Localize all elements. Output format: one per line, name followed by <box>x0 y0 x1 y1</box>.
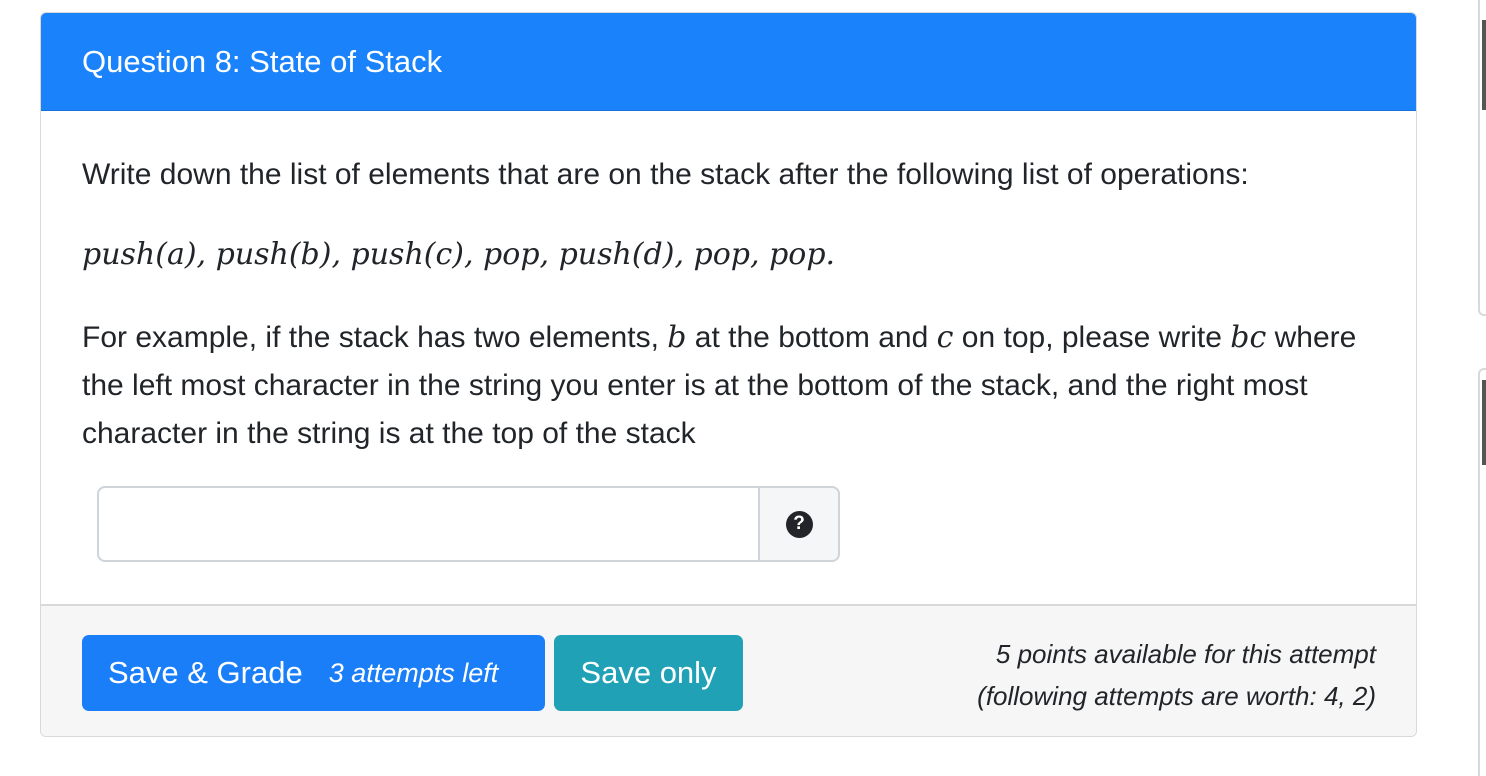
example-var-c: c <box>936 320 954 355</box>
example-text-2: at the bottom and <box>686 321 937 354</box>
side-panel-scrollbar-top[interactable] <box>1482 20 1486 110</box>
operations-expression: push(a), push(b), push(c), pop, push(d),… <box>82 237 836 272</box>
answer-input[interactable] <box>97 486 758 562</box>
question-mark-icon: ? <box>785 510 813 538</box>
question-body: Write down the list of elements that are… <box>41 111 1416 604</box>
question-footer: Save & Grade 3 attempts left Save only 5… <box>41 604 1416 736</box>
answer-input-group: ? <box>97 486 840 562</box>
points-available-text: 5 points available for this attempt <box>995 639 1376 669</box>
points-info: 5 points available for this attempt (fol… <box>977 633 1376 717</box>
attempts-left-label: 3 attempts left <box>328 657 499 688</box>
question-title: Question 8: State of Stack <box>82 43 443 79</box>
save-only-button[interactable]: Save only <box>554 635 743 711</box>
help-button[interactable]: ? <box>758 486 840 562</box>
question-header: Question 8: State of Stack <box>41 13 1416 111</box>
example-var-bc: bc <box>1230 320 1267 355</box>
question-card: Question 8: State of Stack Write down th… <box>40 12 1417 737</box>
question-prompt: Write down the list of elements that are… <box>82 158 1249 191</box>
example-text-3: on top, please write <box>953 321 1231 354</box>
following-attempts-text: (following attempts are worth: 4, 2) <box>977 681 1376 711</box>
example-var-b: b <box>667 320 687 355</box>
example-instructions: For example, if the stack has two elemen… <box>82 314 1387 458</box>
example-text-1: For example, if the stack has two elemen… <box>82 321 668 354</box>
save-and-grade-label: Save & Grade <box>108 655 303 690</box>
save-and-grade-button[interactable]: Save & Grade 3 attempts left <box>82 635 545 711</box>
side-panel-scrollbar-bottom[interactable] <box>1482 380 1486 465</box>
